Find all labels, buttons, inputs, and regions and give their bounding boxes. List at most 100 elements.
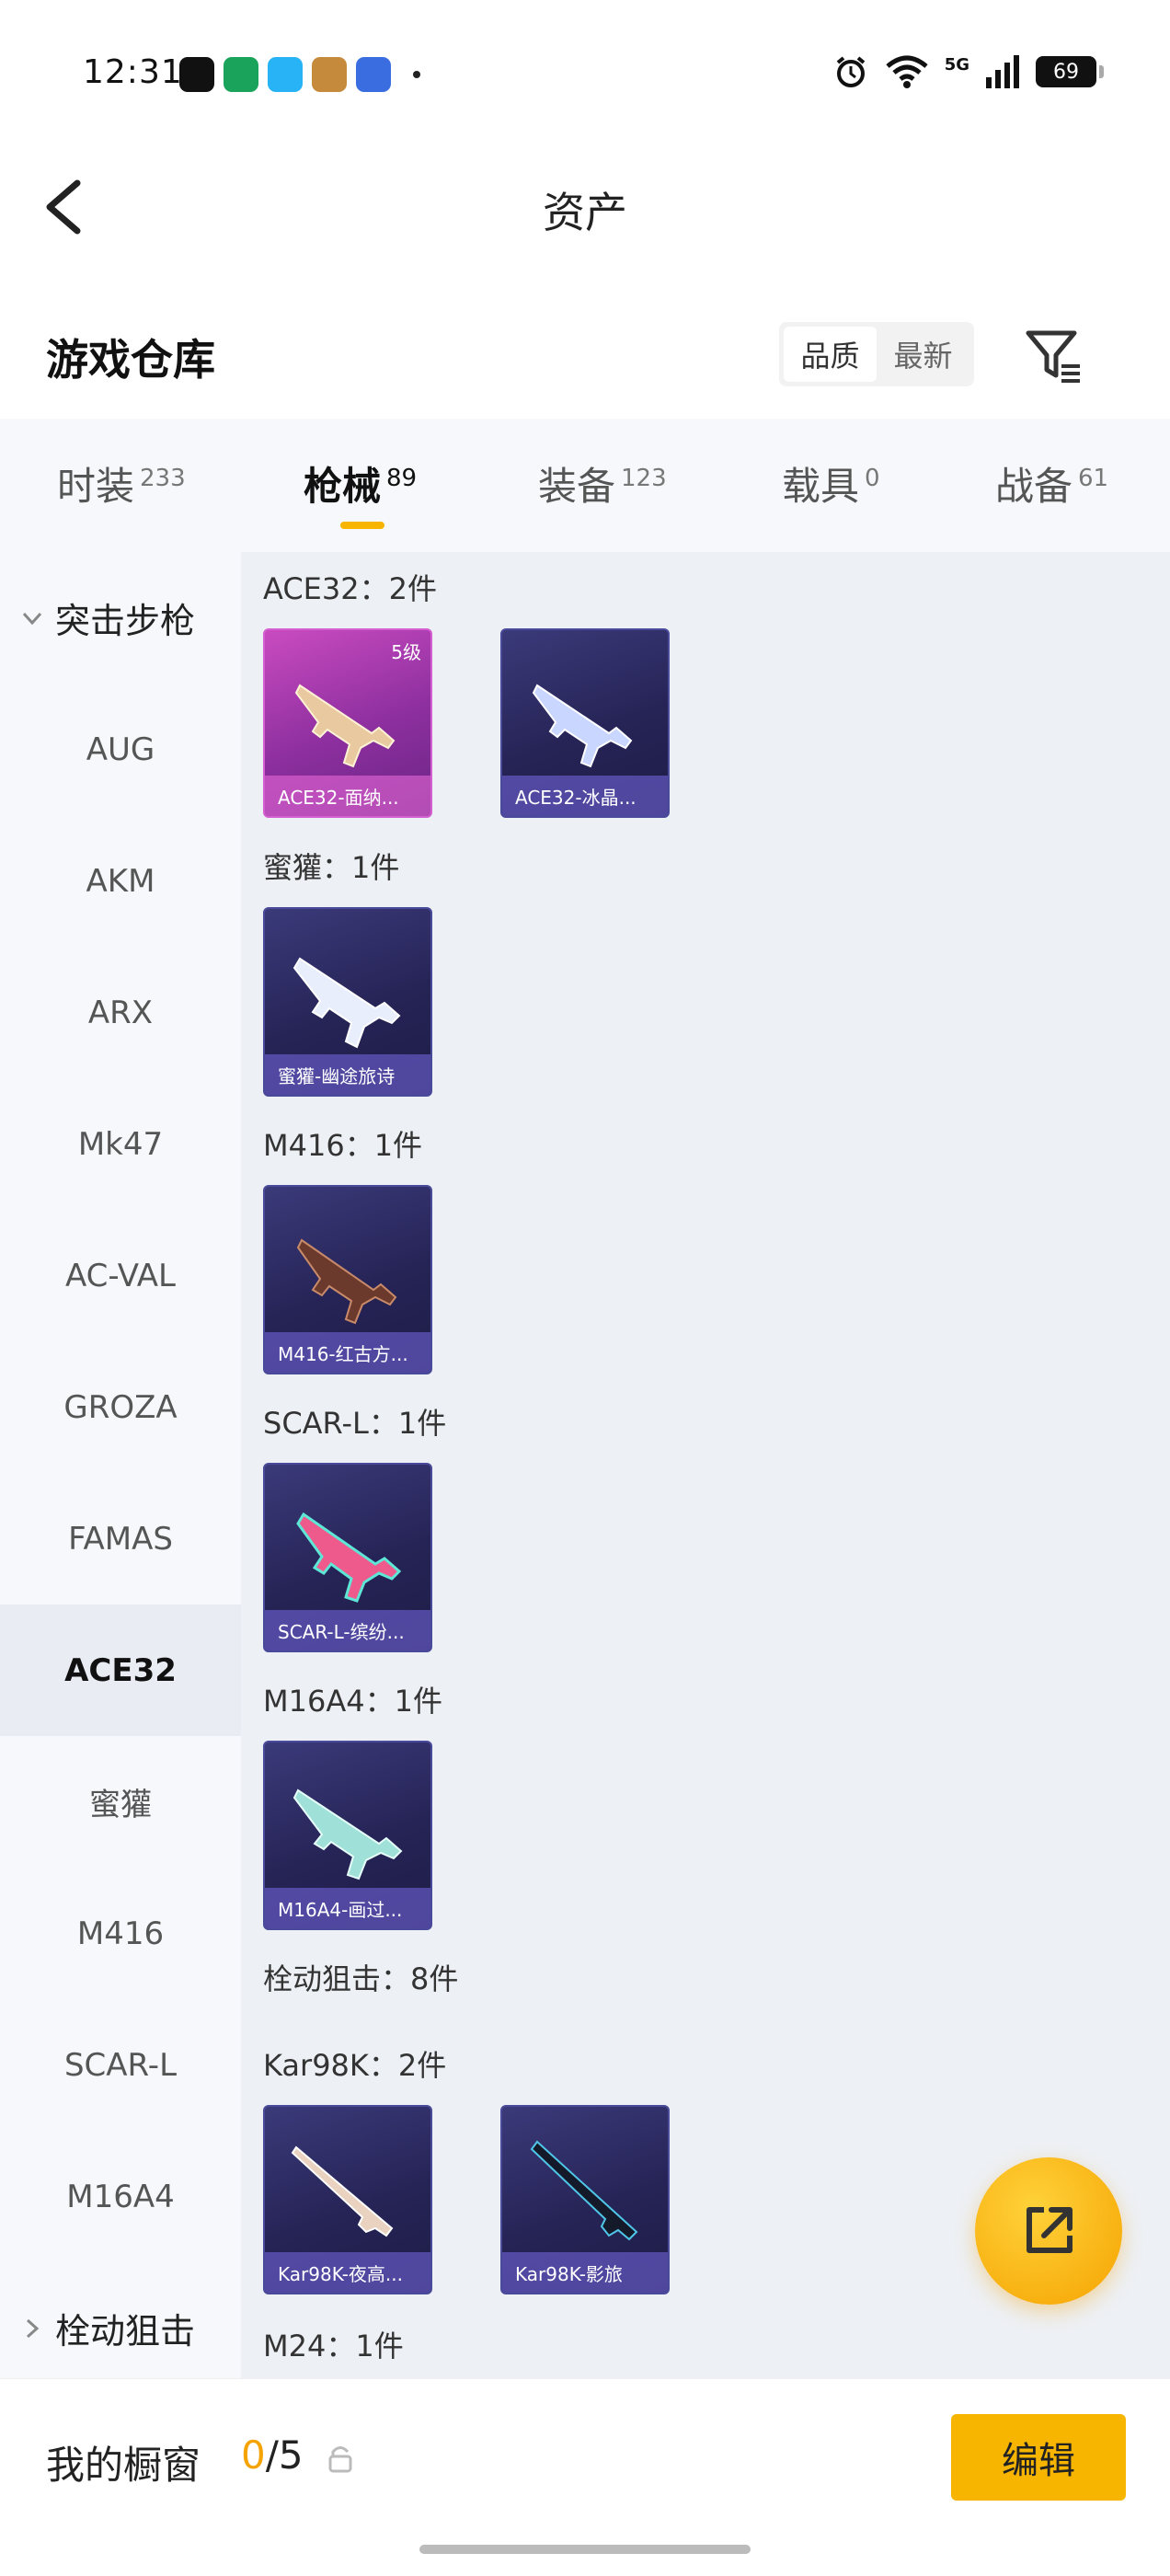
group-label: M24：1件 bbox=[263, 2329, 404, 2363]
rifle-icon bbox=[296, 1512, 402, 1603]
sidebar-item-m16a4[interactable]: M16A4 bbox=[0, 2131, 241, 2262]
showcase-total: /5 bbox=[265, 2432, 304, 2478]
tiktok-icon bbox=[179, 57, 214, 92]
weapon-card[interactable]: SCAR-L-缤纷... bbox=[263, 1463, 432, 1652]
weapon-name: Kar98K-影旅 bbox=[502, 2252, 668, 2293]
tab-firearms[interactable]: 枪械 89 bbox=[304, 455, 417, 512]
warehouse-title: 游戏仓库 bbox=[46, 335, 215, 385]
category-tabs: 时装 233 枪械 89 装备 123 载具 0 战备 61 bbox=[0, 419, 1170, 552]
status-bar: 12:31 5G 69 bbox=[0, 0, 1170, 147]
filter-icon[interactable] bbox=[1021, 322, 1087, 388]
page-title: 资产 bbox=[543, 188, 627, 237]
battery-indicator: 69 bbox=[1036, 56, 1104, 87]
weapon-card[interactable]: M16A4-画过... bbox=[263, 1741, 432, 1930]
battery-level: 69 bbox=[1053, 60, 1079, 84]
weapon-name: M416-红古方... bbox=[265, 1332, 430, 1373]
showcase-bar: 我的橱窗 0/5 编辑 bbox=[0, 2378, 1170, 2576]
sidebar-item-m416[interactable]: M416 bbox=[0, 1868, 241, 1999]
sidebar-item-arx[interactable]: ARX bbox=[0, 947, 241, 1078]
group-label: M416：1件 bbox=[263, 1128, 423, 1163]
sidebar-item-famas[interactable]: FAMAS bbox=[0, 1473, 241, 1604]
tab-label: 装备 bbox=[538, 464, 616, 509]
showcase-current: 0 bbox=[241, 2432, 266, 2478]
tab-count: 123 bbox=[621, 465, 667, 492]
weapon-card[interactable]: Kar98K-影旅 bbox=[500, 2105, 670, 2294]
section-label: 栓动狙击：8件 bbox=[263, 1961, 459, 1996]
weapon-name: M16A4-画过... bbox=[265, 1888, 430, 1928]
weapon-name: ACE32-面纳... bbox=[265, 776, 430, 816]
sort-toggle: 品质 最新 bbox=[779, 322, 974, 386]
rifle-icon bbox=[294, 684, 396, 768]
tab-combat-supplies[interactable]: 战备 61 bbox=[995, 455, 1108, 512]
sidebar-group-assault-rifles[interactable]: 突击步枪 bbox=[0, 552, 241, 684]
tab-vehicles[interactable]: 载具 0 bbox=[782, 455, 880, 512]
sniper-rifle-icon bbox=[530, 2140, 638, 2241]
tab-equipment[interactable]: 装备 123 bbox=[538, 455, 667, 512]
tab-count: 233 bbox=[140, 465, 186, 492]
lock-icon bbox=[328, 2446, 352, 2473]
rifle-icon bbox=[296, 1238, 397, 1325]
weapon-name: 蜜獾-幽途旅诗 bbox=[265, 1054, 430, 1095]
weapon-card[interactable]: ACE32-冰晶... bbox=[500, 628, 670, 818]
sort-quality-button[interactable]: 品质 bbox=[784, 327, 877, 382]
tab-label: 时装 bbox=[57, 464, 135, 509]
status-time: 12:31 bbox=[83, 53, 183, 91]
status-app-icons bbox=[179, 57, 420, 92]
weapon-name: ACE32-冰晶... bbox=[502, 776, 668, 816]
sidebar-item-honey-badger[interactable]: 蜜獾 bbox=[0, 1736, 241, 1868]
sidebar-item-ace32[interactable]: ACE32 bbox=[0, 1604, 241, 1736]
weapon-grid: ACE32：2件 5级 ACE32-面纳... ACE32-冰晶... 蜜獾：1… bbox=[241, 552, 1170, 2378]
oppo-store-icon bbox=[224, 57, 258, 92]
game-icon-2 bbox=[356, 57, 391, 92]
weapon-level: 5级 bbox=[391, 641, 421, 663]
showcase-label: 我的橱窗 bbox=[46, 2443, 201, 2488]
tab-count: 0 bbox=[865, 465, 880, 492]
home-indicator[interactable] bbox=[419, 2545, 751, 2554]
weapon-name: Kar98K-夜高... bbox=[265, 2252, 430, 2293]
wifi-icon bbox=[886, 55, 928, 88]
sidebar-group-bolt-sniper[interactable]: 栓动狙击 bbox=[0, 2262, 241, 2394]
sort-newest-button[interactable]: 最新 bbox=[877, 327, 969, 382]
edit-button[interactable]: 编辑 bbox=[951, 2414, 1126, 2501]
sidebar-item-aug[interactable]: AUG bbox=[0, 684, 241, 815]
weapon-card[interactable]: 蜜獾-幽途旅诗 bbox=[263, 907, 432, 1097]
weapon-card[interactable]: Kar98K-夜高... bbox=[263, 2105, 432, 2294]
tab-label: 战备 bbox=[995, 464, 1073, 509]
weapon-card[interactable]: 5级 ACE32-面纳... bbox=[263, 628, 432, 818]
sniper-rifle-icon bbox=[291, 2145, 394, 2237]
weapon-name: SCAR-L-缤纷... bbox=[265, 1610, 430, 1650]
group-label: SCAR-L：1件 bbox=[263, 1406, 447, 1441]
showcase-count: 0/5 bbox=[241, 2432, 304, 2478]
game-icon-1 bbox=[312, 57, 347, 92]
share-button[interactable] bbox=[975, 2157, 1122, 2305]
chevron-right-icon bbox=[26, 2318, 40, 2338]
rifle-icon bbox=[532, 684, 633, 768]
video-app-icon bbox=[268, 57, 303, 92]
tab-fashion[interactable]: 时装 233 bbox=[57, 455, 186, 512]
sidebar-item-mk47[interactable]: Mk47 bbox=[0, 1078, 241, 1210]
tab-count: 89 bbox=[386, 465, 418, 492]
sidebar-group-label: 栓动狙击 bbox=[55, 2311, 196, 2352]
tab-count: 61 bbox=[1078, 465, 1109, 492]
status-indicators: 5G 69 bbox=[832, 53, 1104, 90]
network-type: 5G bbox=[944, 54, 969, 75]
share-icon bbox=[1027, 2207, 1072, 2253]
rifle-icon bbox=[292, 1788, 403, 1880]
sidebar-item-scar-l[interactable]: SCAR-L bbox=[0, 1999, 241, 2131]
rifle-icon bbox=[292, 957, 401, 1049]
group-label: 蜜獾：1件 bbox=[263, 850, 400, 885]
sidebar-item-groza[interactable]: GROZA bbox=[0, 1341, 241, 1473]
sidebar-item-akm[interactable]: AKM bbox=[0, 815, 241, 947]
group-label: Kar98K：2件 bbox=[263, 2048, 447, 2083]
tab-indicator bbox=[340, 522, 384, 529]
alarm-icon bbox=[836, 56, 865, 87]
weapon-card[interactable]: M416-红古方... bbox=[263, 1185, 432, 1374]
weapon-sidebar: 突击步枪 AUG AKM ARX Mk47 AC-VAL GROZA FAMAS… bbox=[0, 552, 241, 2378]
sidebar-group-label: 突击步枪 bbox=[55, 601, 196, 641]
signal-icon bbox=[986, 55, 1019, 88]
sidebar-item-ac-val[interactable]: AC-VAL bbox=[0, 1210, 241, 1341]
notification-dot bbox=[413, 71, 420, 78]
tab-label: 载具 bbox=[782, 464, 860, 509]
group-label: ACE32：2件 bbox=[263, 571, 437, 606]
tab-label: 枪械 bbox=[304, 464, 382, 509]
